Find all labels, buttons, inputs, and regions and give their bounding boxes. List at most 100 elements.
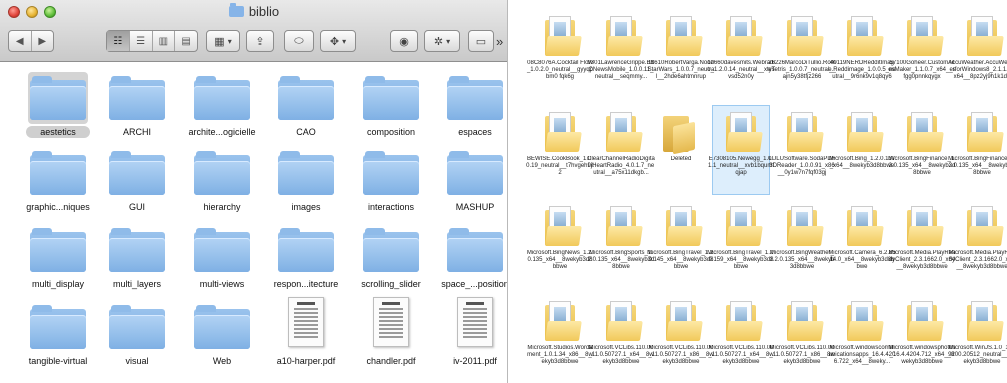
forward-button[interactable]: ▶ (32, 31, 54, 51)
explorer-folder-item[interactable]: 08C8076A.Cocktail Flow_1.0.2.0_neutral__… (527, 10, 593, 98)
explorer-folder-item[interactable]: Microsoft.BingTravel_1.2.0.159_x64__8wek… (707, 200, 775, 288)
explorer-folder-item[interactable]: 12660davesmits.Webradio_1.2.0.14_neutral… (707, 10, 775, 98)
pdf-file-item[interactable]: chandler.pdf (347, 297, 435, 371)
item-label: Microsoft.Studios.Wordament_1.0.1.34_x86… (527, 345, 593, 365)
folder-item[interactable]: archite...ogicielle (178, 70, 266, 142)
item-label: Microsoft.Media.PlayReadyClient_2.3.1662… (948, 250, 1007, 270)
item-label: aestetics (26, 126, 90, 138)
item-label: 12660davesmits.Webradio_1.2.0.14_neutral… (707, 60, 775, 80)
folder-item[interactable]: Web (178, 299, 266, 371)
column-view-icon: ▥ (158, 35, 169, 47)
folder-icon (545, 112, 582, 152)
explorer-folder-item[interactable]: Microsoft.Bing_1.2.0.137_x64__8wekyb3d8b… (829, 106, 895, 194)
tag-button[interactable]: ⬭ (284, 30, 314, 52)
explorer-folder-item[interactable]: Microsoft.VCLibs.110.00_11.0.50727.1_x64… (708, 295, 774, 383)
dropbox-icon: ✥ (329, 35, 340, 48)
pdf-file-item[interactable]: iv-2011.pdf (431, 297, 507, 371)
explorer-folder-item[interactable]: Microsoft.BingNews_1.2.0.135_x64__8wekyb… (527, 200, 593, 288)
explorer-folder-item[interactable]: Microsoft.VCLibs.110.00_11.0.50727.1_x86… (769, 295, 835, 383)
folder-icon (278, 74, 334, 120)
folder-item[interactable]: images (262, 145, 350, 217)
item-label: 57100Goheer.CustomTilesMaker_1.1.0.7_x64… (888, 60, 956, 80)
explorer-folder-item[interactable]: Microsoft.WinJS.1.0_1.0.9200.20512_neutr… (948, 295, 1007, 383)
explorer-folder-item[interactable]: Deleted (653, 106, 709, 194)
pdf-file-item[interactable]: a10-harper.pdf (262, 297, 350, 371)
chevron-down-icon: ▾ (342, 36, 347, 46)
folder-item[interactable]: ARCHI (93, 70, 181, 142)
explorer-folder-item[interactable]: Microsoft.Camera_6.2.8514.0_x64__8wekyb3… (828, 200, 896, 288)
folder-item[interactable]: space_...position (431, 222, 507, 294)
explorer-folder-item[interactable]: Microsoft.BingWeather_1.2.0.135_x64__8we… (769, 200, 835, 288)
explorer-folder-item[interactable]: Microsoft.Media.PlayReadyClient_2.3.1662… (889, 200, 955, 288)
item-label: Microsoft.VCLibs.110.00_11.0.50727.1_x64… (588, 345, 654, 365)
folder-item[interactable]: multi-views (178, 222, 266, 294)
tag-icon: ⬭ (294, 34, 304, 47)
folder-icon (109, 303, 165, 349)
item-label: Microsoft.BingTravel_1.2.0.145_x64__8wek… (647, 250, 715, 270)
folder-item[interactable]: espaces (431, 70, 507, 142)
folder-icon (194, 303, 250, 349)
path-button[interactable]: ▭ (468, 30, 494, 52)
folder-icon (847, 206, 884, 246)
folder-item[interactable]: MASHUP (431, 145, 507, 217)
folder-item[interactable]: interactions (347, 145, 435, 217)
item-label: MASHUP (455, 202, 495, 212)
explorer-folder-item[interactable]: Microsoft.BingSports_1.2.0.135_x64__8wek… (588, 200, 654, 288)
folder-icon (194, 74, 250, 120)
explorer-folder-item[interactable]: E7308105.Newegg_1.0.1.1_neutral__xvb1bqu… (708, 105, 774, 195)
folder-icon (545, 206, 582, 246)
folder-icon (726, 301, 763, 341)
folder-item[interactable]: composition (347, 70, 435, 142)
quick-look-button[interactable]: ◉ (390, 30, 418, 52)
folder-icon (30, 303, 86, 349)
chevron-down-icon: ▾ (227, 36, 232, 46)
folder-item[interactable]: CAO (262, 70, 350, 142)
cover-flow-button[interactable]: ▤ (175, 31, 197, 51)
explorer-folder-item[interactable]: AccuWeather.AccuWeatherforWindows8_2.1.1… (948, 10, 1007, 98)
explorer-folder-item[interactable]: 11610RobertVarga.NoooStarWars_1.0.0.7_ne… (648, 10, 714, 98)
folder-icon (666, 16, 703, 56)
explorer-folder-item[interactable]: Microsoft.VCLibs.110.00_11.0.50727.1_x64… (588, 295, 654, 383)
share-button[interactable]: ⇪ (246, 30, 274, 52)
item-label: Microsoft.BingSports_1.2.0.135_x64__8wek… (587, 250, 655, 270)
explorer-folder-item[interactable]: 9301LawrenceGrippe.BBCNewsMobile_1.0.0.1… (587, 10, 655, 98)
explorer-folder-item[interactable]: Microsoft.Studios.Wordament_1.0.1.34_x86… (527, 295, 593, 383)
explorer-folder-item[interactable]: BEWISE.CookBook_1.0.0.19_neutral__t7hvge… (526, 106, 594, 194)
folder-item[interactable]: respon...itecture (262, 222, 350, 294)
dropbox-button[interactable]: ✥ ▾ (320, 30, 356, 52)
toolbar-overflow-button[interactable]: » (496, 34, 503, 49)
back-forward-control: ◀ ▶ (8, 30, 54, 52)
folder-item[interactable]: multi_layers (93, 222, 181, 294)
folder-icon (847, 112, 884, 152)
explorer-folder-item[interactable]: Microsoft.BingFinance_1.2.0.135_x64__8we… (948, 106, 1007, 194)
explorer-folder-item[interactable]: 57100Goheer.CustomTilesMaker_1.1.0.7_x64… (888, 10, 956, 98)
item-label: Microsoft.BingWeather_1.2.0.135_x64__8we… (769, 250, 835, 270)
explorer-folder-item[interactable]: Microsoft.BingTravel_1.2.0.145_x64__8wek… (647, 200, 715, 288)
double-chevron-icon: » (496, 34, 504, 49)
explorer-folder-item[interactable]: 26226MarcoDiTullio.RomeTetris_1.0.0.7_ne… (768, 10, 836, 98)
icon-view-button[interactable]: ☷ (107, 31, 130, 51)
item-label: ClearChannelRadioDigital.iHeartRadio_4.0… (587, 156, 655, 176)
arrange-icon: ▦ (214, 35, 225, 48)
action-button[interactable]: ✲ ▾ (424, 30, 460, 52)
explorer-folder-item[interactable]: Microsoft.VCLibs.110.00_11.0.50727.1_x86… (648, 295, 714, 383)
arrange-button[interactable]: ▦ ▾ (206, 30, 240, 52)
explorer-folder-item[interactable]: Microsoft.windowsphotos_16.4.4204.712_x6… (888, 295, 956, 383)
folder-item[interactable]: scrolling_slider (347, 222, 435, 294)
back-button[interactable]: ◀ (9, 31, 32, 51)
explorer-folder-item[interactable]: 40119NERDRedditImage.Reddimage_1.0.0.5_n… (828, 10, 896, 98)
folder-item[interactable]: visual (93, 299, 181, 371)
explorer-folder-item[interactable]: LULUSoftware.SodaPDF3DReader_1.0.0.91_x8… (769, 106, 835, 194)
explorer-folder-item[interactable]: ClearChannelRadioDigital.iHeartRadio_4.0… (587, 106, 655, 194)
item-label: Microsoft.BingFinance_1.2.0.135_x64__8we… (948, 156, 1007, 176)
folder-item[interactable]: hierarchy (178, 145, 266, 217)
folder-item[interactable]: GUI (93, 145, 181, 217)
column-view-button[interactable]: ▥ (153, 31, 176, 51)
explorer-folder-item[interactable]: Microsoft.windowscommunicationsapps_16.4… (829, 295, 895, 383)
pdf-document-icon (457, 297, 493, 347)
folder-icon (194, 226, 250, 272)
folder-icon (606, 301, 643, 341)
list-view-button[interactable]: ☰ (130, 31, 153, 51)
explorer-folder-item[interactable]: Microsoft.Media.PlayReadyClient_2.3.1662… (949, 200, 1007, 288)
explorer-folder-item[interactable]: Microsoft.BingFinance_1.2.0.135_x64__8we… (888, 106, 956, 194)
